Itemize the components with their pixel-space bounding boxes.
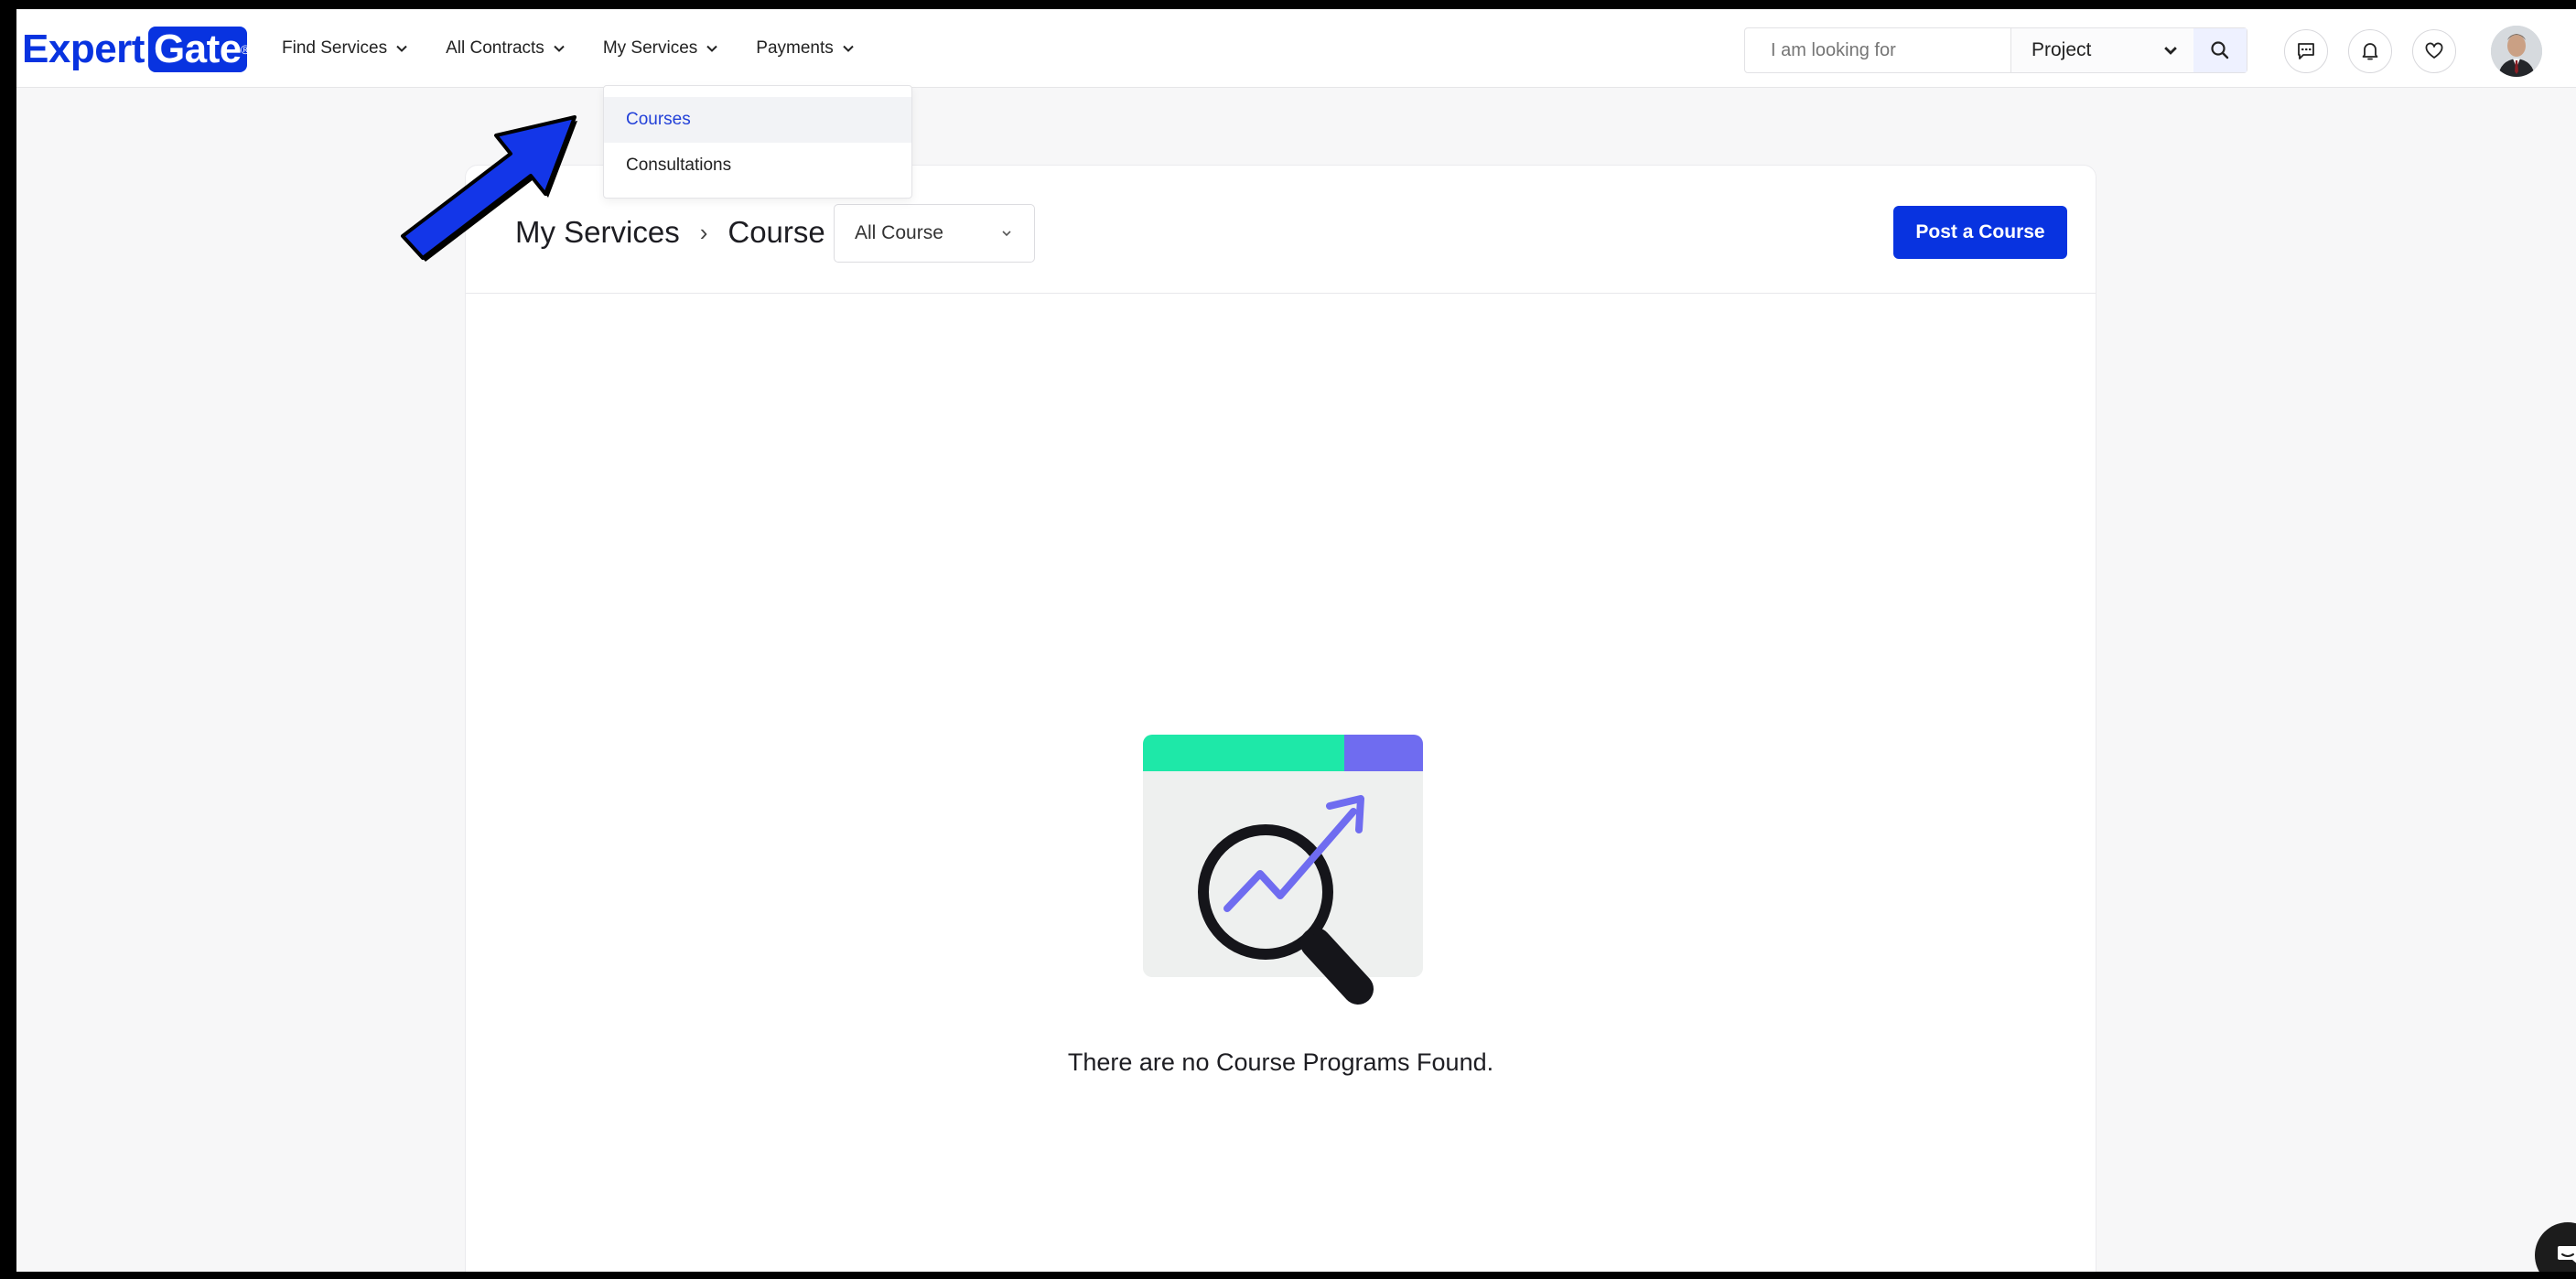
main-card: My Services › Course All Course Post a C… [465, 165, 2096, 1272]
avatar-photo-icon [2491, 26, 2542, 77]
course-filter-select[interactable]: All Course [834, 204, 1035, 263]
dropdown-item-courses[interactable]: Courses [604, 97, 911, 143]
annotation-arrow-icon [401, 115, 577, 262]
my-services-dropdown: Courses Consultations [603, 85, 912, 199]
bell-icon [2362, 43, 2378, 60]
dropdown-item-consultations[interactable]: Consultations [604, 143, 911, 188]
nav-my-services[interactable]: My Services [603, 38, 717, 59]
notifications-button[interactable] [2348, 29, 2392, 73]
search-type-select[interactable]: Project [2010, 28, 2193, 72]
search-icon [2211, 41, 2229, 59]
chevron-down-icon [843, 45, 854, 52]
chat-icon [2558, 1246, 2576, 1263]
main-nav: Find Services All Contracts My Services … [282, 38, 854, 59]
favorites-button[interactable] [2412, 29, 2456, 73]
browser-viewport: Expert Gate ® Find Services All Contracts… [16, 9, 2576, 1272]
breadcrumb-page: Course [728, 215, 825, 249]
breadcrumb-separator: › [699, 218, 708, 246]
nav-all-contracts[interactable]: All Contracts [446, 38, 565, 59]
top-header: Expert Gate ® Find Services All Contracts… [16, 9, 2576, 88]
post-course-button[interactable]: Post a Course [1893, 206, 2067, 259]
search-input[interactable] [1745, 28, 2010, 72]
nav-find-services[interactable]: Find Services [282, 38, 407, 59]
search-bar: Project [1744, 27, 2247, 73]
nav-payments[interactable]: Payments [756, 38, 854, 59]
search-button[interactable] [2193, 28, 2247, 72]
chevron-down-icon [1002, 231, 1011, 237]
empty-state-illustration [1143, 735, 1423, 1005]
chevron-down-icon [554, 45, 565, 52]
message-icon [2298, 43, 2314, 59]
chat-launcher-button[interactable] [2535, 1222, 2576, 1272]
empty-state-message: There are no Course Programs Found. [1067, 1048, 1494, 1076]
chevron-down-icon [396, 45, 407, 52]
expertgate-logo[interactable]: Expert Gate ® [22, 26, 250, 73]
messages-button[interactable] [2284, 29, 2328, 73]
chevron-down-icon [706, 45, 717, 52]
user-avatar[interactable] [2491, 26, 2542, 77]
heart-icon [2425, 42, 2443, 59]
chevron-down-icon [2164, 47, 2177, 55]
